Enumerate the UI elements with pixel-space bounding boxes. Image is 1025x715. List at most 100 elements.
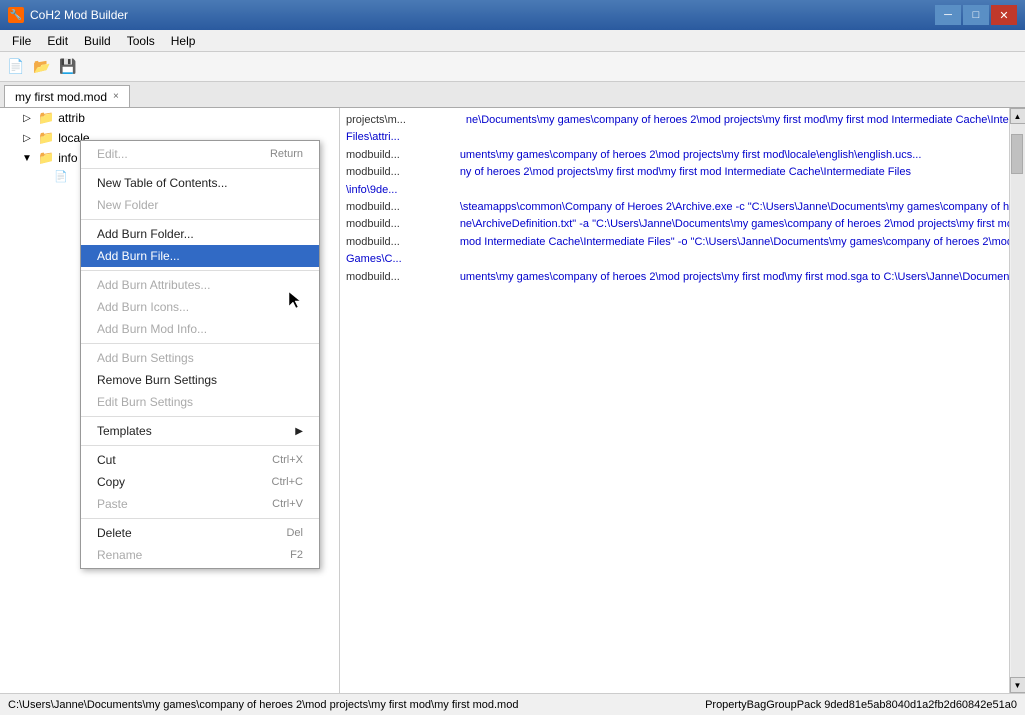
output-line-4: modbuild...ny of heroes 2\mod projects\m… — [344, 164, 1005, 181]
menu-help[interactable]: Help — [163, 30, 204, 51]
ctx-edit[interactable]: Edit... Return — [81, 143, 319, 165]
ctx-cut[interactable]: Cut Ctrl+X — [81, 449, 319, 471]
ctx-remove-burn-settings[interactable]: Remove Burn Settings — [81, 369, 319, 391]
title-bar-left: 🔧 CoH2 Mod Builder — [8, 7, 128, 23]
tree-label-info: info — [58, 151, 77, 165]
ctx-new-toc-label: New Table of Contents... — [97, 176, 228, 190]
output-line-9: Games\C... — [344, 251, 1005, 268]
tree-item-attrib[interactable]: ▷ 📁 attrib — [0, 108, 339, 128]
scroll-track[interactable] — [1011, 124, 1025, 677]
output-line-10: modbuild...uments\my games\company of he… — [344, 269, 1005, 286]
vertical-scrollbar[interactable]: ▲ ▼ — [1009, 108, 1025, 693]
ctx-add-burn-attrs[interactable]: Add Burn Attributes... — [81, 274, 319, 296]
tab-close-button[interactable]: × — [113, 91, 119, 102]
ctx-edit-label: Edit... — [97, 147, 128, 161]
ctx-sep-5 — [81, 416, 319, 417]
status-bar-left: C:\Users\Janne\Documents\my games\compan… — [8, 699, 518, 711]
tree-toggle-info-child — [36, 171, 50, 182]
ctx-sep-3 — [81, 270, 319, 271]
ctx-paste[interactable]: Paste Ctrl+V — [81, 493, 319, 515]
folder-icon-locale: 📁 — [38, 130, 54, 146]
ctx-cut-shortcut: Ctrl+X — [272, 454, 303, 466]
ctx-templates-label: Templates — [97, 424, 152, 438]
scroll-thumb[interactable] — [1011, 134, 1023, 174]
status-bar: C:\Users\Janne\Documents\my games\compan… — [0, 693, 1025, 715]
ctx-add-burn-settings[interactable]: Add Burn Settings — [81, 347, 319, 369]
ctx-add-burn-mod-info[interactable]: Add Burn Mod Info... — [81, 318, 319, 340]
new-file-button[interactable]: 📄 — [4, 55, 28, 79]
ctx-sep-1 — [81, 168, 319, 169]
ctx-rename[interactable]: Rename F2 — [81, 544, 319, 566]
ctx-delete-label: Delete — [97, 526, 132, 540]
ctx-delete[interactable]: Delete Del — [81, 522, 319, 544]
ctx-edit-burn-settings[interactable]: Edit Burn Settings — [81, 391, 319, 413]
tab-mod[interactable]: my first mod.mod × — [4, 85, 130, 107]
title-bar-controls: ─ □ ✕ — [935, 5, 1017, 25]
tree-toggle-info: ▼ — [20, 153, 34, 164]
ctx-new-folder-label: New Folder — [97, 198, 158, 212]
tree-toggle-attrib: ▷ — [20, 113, 34, 124]
ctx-add-burn-icons[interactable]: Add Burn Icons... — [81, 296, 319, 318]
tab-bar: my first mod.mod × — [0, 82, 1025, 108]
ctx-new-toc[interactable]: New Table of Contents... — [81, 172, 319, 194]
output-line-6: modbuild...\steamapps\common\Company of … — [344, 199, 1005, 216]
ctx-rename-label: Rename — [97, 548, 142, 562]
file-icon-info-child: 📄 — [54, 170, 68, 183]
ctx-sep-4 — [81, 343, 319, 344]
output-line-2: Files\attri... — [344, 129, 1005, 146]
menu-file[interactable]: File — [4, 30, 39, 51]
context-menu: Edit... Return New Table of Contents... … — [80, 140, 320, 569]
status-bar-right: PropertyBagGroupPack 9ded81e5ab8040d1a2f… — [705, 699, 1017, 711]
output-line-5: \info\9de... — [344, 182, 1005, 199]
ctx-add-burn-folder[interactable]: Add Burn Folder... — [81, 223, 319, 245]
output-line-7: modbuild...ne\ArchiveDefinition.txt" -a … — [344, 216, 1005, 233]
folder-icon-attrib: 📁 — [38, 110, 54, 126]
ctx-add-burn-file-label: Add Burn File... — [97, 249, 180, 263]
close-button[interactable]: ✕ — [991, 5, 1017, 25]
maximize-button[interactable]: □ — [963, 5, 989, 25]
ctx-add-burn-attrs-label: Add Burn Attributes... — [97, 278, 210, 292]
toolbar: 📄 📂 💾 — [0, 52, 1025, 82]
ctx-templates-arrow: ▶ — [295, 426, 303, 437]
ctx-add-burn-icons-label: Add Burn Icons... — [97, 300, 189, 314]
ctx-paste-label: Paste — [97, 497, 128, 511]
ctx-edit-shortcut: Return — [270, 148, 303, 160]
output-line-3: modbuild...uments\my games\company of he… — [344, 147, 1005, 164]
ctx-add-burn-settings-label: Add Burn Settings — [97, 351, 194, 365]
tab-label: my first mod.mod — [15, 90, 107, 104]
ctx-add-burn-folder-label: Add Burn Folder... — [97, 227, 194, 241]
ctx-copy-shortcut: Ctrl+C — [272, 476, 303, 488]
ctx-sep-2 — [81, 219, 319, 220]
folder-icon-info: 📁 — [38, 150, 54, 166]
tree-toggle-locale: ▷ — [20, 133, 34, 144]
menu-edit[interactable]: Edit — [39, 30, 76, 51]
ctx-templates[interactable]: Templates ▶ — [81, 420, 319, 442]
ctx-edit-burn-settings-label: Edit Burn Settings — [97, 395, 193, 409]
app-icon: 🔧 — [8, 7, 24, 23]
output-area: projects\m...ne\Documents\my games\compa… — [340, 108, 1009, 693]
ctx-rename-shortcut: F2 — [290, 549, 303, 561]
ctx-copy[interactable]: Copy Ctrl+C — [81, 471, 319, 493]
ctx-add-burn-file[interactable]: Add Burn File... — [81, 245, 319, 267]
minimize-button[interactable]: ─ — [935, 5, 961, 25]
ctx-copy-label: Copy — [97, 475, 125, 489]
menu-build[interactable]: Build — [76, 30, 119, 51]
ctx-paste-shortcut: Ctrl+V — [272, 498, 303, 510]
title-bar: 🔧 CoH2 Mod Builder ─ □ ✕ — [0, 0, 1025, 30]
ctx-sep-7 — [81, 518, 319, 519]
tree-label-attrib: attrib — [58, 111, 85, 125]
scroll-up-button[interactable]: ▲ — [1010, 108, 1025, 124]
app-title: CoH2 Mod Builder — [30, 8, 128, 22]
output-line-1: projects\m...ne\Documents\my games\compa… — [344, 112, 1005, 129]
ctx-sep-6 — [81, 445, 319, 446]
menu-tools[interactable]: Tools — [119, 30, 163, 51]
output-line-8: modbuild...mod Intermediate Cache\Interm… — [344, 234, 1005, 251]
ctx-add-burn-mod-info-label: Add Burn Mod Info... — [97, 322, 207, 336]
menu-bar: File Edit Build Tools Help — [0, 30, 1025, 52]
open-button[interactable]: 📂 — [30, 55, 54, 79]
scroll-down-button[interactable]: ▼ — [1010, 677, 1025, 693]
ctx-delete-shortcut: Del — [286, 527, 303, 539]
ctx-new-folder[interactable]: New Folder — [81, 194, 319, 216]
save-button[interactable]: 💾 — [56, 55, 80, 79]
ctx-cut-label: Cut — [97, 453, 116, 467]
